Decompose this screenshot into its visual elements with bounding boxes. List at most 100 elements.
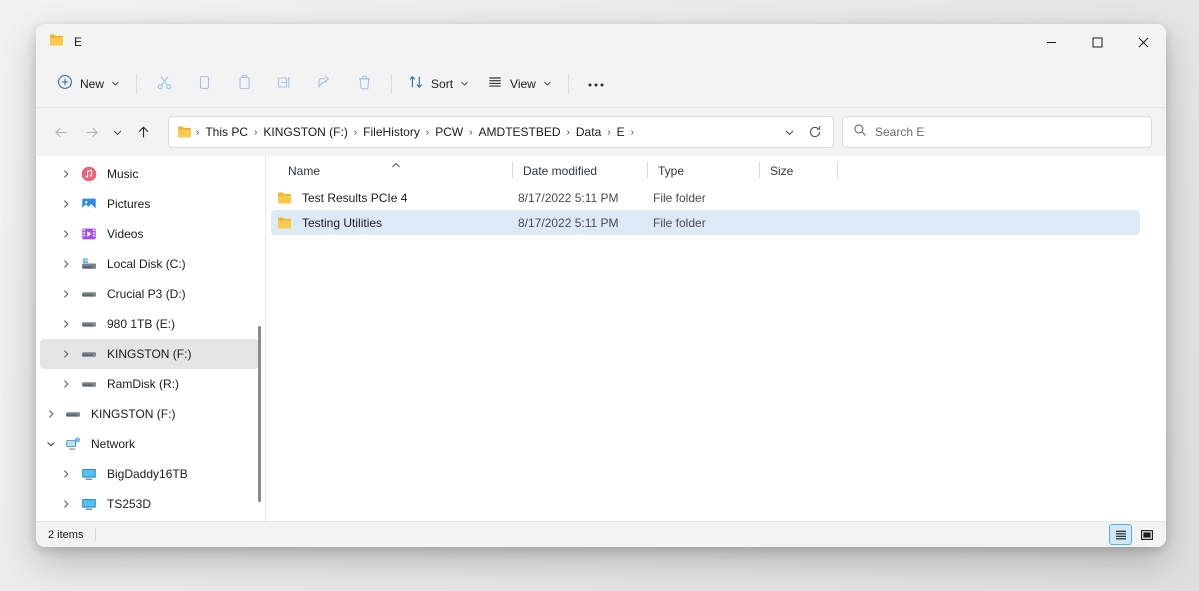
- search-input-placeholder[interactable]: Search E: [875, 125, 924, 139]
- sidebar-item-label: TS253D: [107, 497, 152, 511]
- search-box[interactable]: Search E: [842, 116, 1152, 148]
- chevron-right-icon[interactable]: [54, 499, 78, 509]
- table-row[interactable]: Test Results PCIe 4 8/17/2022 5:11 PM File…: [271, 185, 1140, 210]
- large-icons-view-icon[interactable]: [1135, 524, 1158, 545]
- breadcrumb-item[interactable]: Data: [571, 122, 606, 142]
- chevron-right-icon[interactable]: [54, 169, 78, 179]
- chevron-down-icon[interactable]: [40, 439, 62, 449]
- sidebar-scrollbar-thumb[interactable]: [257, 326, 261, 502]
- view-button-label: View: [510, 76, 536, 91]
- file-name-cell: Testing Utilities: [273, 215, 508, 231]
- chevron-right-icon[interactable]: [54, 229, 78, 239]
- chevron-right-icon[interactable]: [54, 349, 78, 359]
- view-toggle-group: [1109, 524, 1158, 545]
- column-header-label: Date modified: [523, 163, 598, 178]
- sidebar-item-ramdisk-r[interactable]: RamDisk (R:): [40, 369, 259, 399]
- back-button[interactable]: [46, 117, 76, 147]
- localdisk-icon: [78, 256, 100, 272]
- folder-icon: [49, 32, 65, 53]
- folder-icon: [277, 190, 293, 206]
- breadcrumb-dropdown-button[interactable]: [777, 119, 801, 145]
- chevron-right-icon[interactable]: [54, 199, 78, 209]
- type-cell: File folder: [653, 215, 706, 230]
- sidebar-item-music[interactable]: Music: [40, 159, 259, 189]
- breadcrumb-item[interactable]: This PC: [200, 122, 253, 142]
- sidebar-item-980-1tb-e[interactable]: 980 1TB (E:): [40, 309, 259, 339]
- computer-icon: [78, 496, 100, 512]
- column-header-size[interactable]: Size: [760, 156, 838, 185]
- rename-button[interactable]: [264, 68, 304, 100]
- sort-icon: [408, 74, 424, 93]
- chevron-right-icon[interactable]: [54, 259, 78, 269]
- column-resize-handle[interactable]: [837, 162, 838, 179]
- chevron-right-icon[interactable]: [40, 409, 62, 419]
- cut-button[interactable]: [144, 68, 184, 100]
- chevron-right-icon[interactable]: [54, 379, 78, 389]
- table-row[interactable]: Testing Utilities 8/17/2022 5:11 PM File f…: [271, 210, 1140, 235]
- breadcrumb-item[interactable]: E: [612, 122, 630, 142]
- drive-icon: [78, 286, 100, 302]
- ellipsis-icon: [587, 77, 605, 91]
- sidebar-item-pictures[interactable]: Pictures: [40, 189, 259, 219]
- chevron-down-icon: [543, 79, 552, 88]
- share-icon: [316, 74, 333, 94]
- new-button[interactable]: New: [48, 68, 129, 100]
- sidebar-scrollbar[interactable]: [253, 326, 265, 502]
- breadcrumb-path: › This PC › KINGSTON (F:) › FileHistory › PCW › A…: [195, 122, 771, 142]
- more-options-button[interactable]: [576, 68, 616, 100]
- breadcrumb-item[interactable]: AMDTESTBED: [474, 122, 566, 142]
- column-header-name[interactable]: Name: [278, 156, 513, 185]
- sort-button-label: Sort: [431, 76, 454, 91]
- details-view-icon[interactable]: [1109, 524, 1132, 545]
- toolbar-divider-2: [391, 73, 393, 94]
- date-modified-cell: 8/17/2022 5:11 PM: [518, 190, 619, 205]
- sidebar-item-kingston-f[interactable]: KINGSTON (F:): [40, 399, 259, 429]
- copy-button[interactable]: [184, 68, 224, 100]
- forward-button[interactable]: [76, 117, 106, 147]
- toolbar-divider-3: [567, 73, 569, 94]
- breadcrumb-item[interactable]: FileHistory: [358, 122, 425, 142]
- breadcrumb-bar[interactable]: › This PC › KINGSTON (F:) › FileHistory › PCW › A…: [168, 116, 834, 148]
- sidebar-item-kingston-f[interactable]: KINGSTON (F:): [40, 339, 259, 369]
- view-button[interactable]: View: [478, 68, 561, 100]
- close-button[interactable]: [1120, 24, 1166, 60]
- share-button[interactable]: [304, 68, 344, 100]
- sort-button[interactable]: Sort: [399, 68, 478, 100]
- column-header-label: Size: [770, 163, 794, 178]
- chevron-right-icon[interactable]: [54, 289, 78, 299]
- sidebar-item-bigdaddy16tb[interactable]: BigDaddy16TB: [40, 459, 259, 489]
- folder-icon: [277, 215, 293, 231]
- paste-button[interactable]: [224, 68, 264, 100]
- cut-icon: [156, 74, 173, 94]
- file-name-cell: Test Results PCIe 4: [273, 190, 508, 206]
- minimize-button[interactable]: [1028, 24, 1074, 60]
- sidebar-item-videos[interactable]: Videos: [40, 219, 259, 249]
- sidebar-item-ts253d[interactable]: TS253D: [40, 489, 259, 519]
- delete-button[interactable]: [344, 68, 384, 100]
- maximize-button[interactable]: [1074, 24, 1120, 60]
- breadcrumb-item[interactable]: KINGSTON (F:): [258, 122, 352, 142]
- chevron-right-icon[interactable]: [54, 469, 78, 479]
- sidebar-item-local-disk-c[interactable]: Local Disk (C:): [40, 249, 259, 279]
- computer-icon: [78, 466, 100, 482]
- drive-icon: [78, 346, 100, 362]
- sidebar-item-network[interactable]: Network: [40, 429, 259, 459]
- sidebar-item-label: BigDaddy16TB: [107, 467, 188, 481]
- navigation-pane: Music Pictures Videos Local Disk (C:) Crucia…: [36, 156, 265, 521]
- command-bar: New Sort View: [36, 60, 1166, 108]
- sidebar-item-label: RamDisk (R:): [107, 377, 179, 391]
- file-list: Test Results PCIe 4 8/17/2022 5:11 PM File…: [266, 185, 1166, 521]
- item-count-label: 2 items: [48, 528, 84, 541]
- title-bar: E: [36, 24, 1166, 60]
- up-button[interactable]: [128, 117, 158, 147]
- status-bar: 2 items: [36, 521, 1166, 547]
- sidebar-item-crucial-p3-d[interactable]: Crucial P3 (D:): [40, 279, 259, 309]
- chevron-right-icon[interactable]: [54, 319, 78, 329]
- recent-locations-button[interactable]: [106, 117, 128, 147]
- column-header-date-modified[interactable]: Date modified: [513, 156, 648, 185]
- refresh-button[interactable]: [803, 119, 827, 145]
- rename-icon: [276, 74, 293, 94]
- drive-icon: [78, 316, 100, 332]
- column-header-type[interactable]: Type: [648, 156, 760, 185]
- breadcrumb-item[interactable]: PCW: [430, 122, 468, 142]
